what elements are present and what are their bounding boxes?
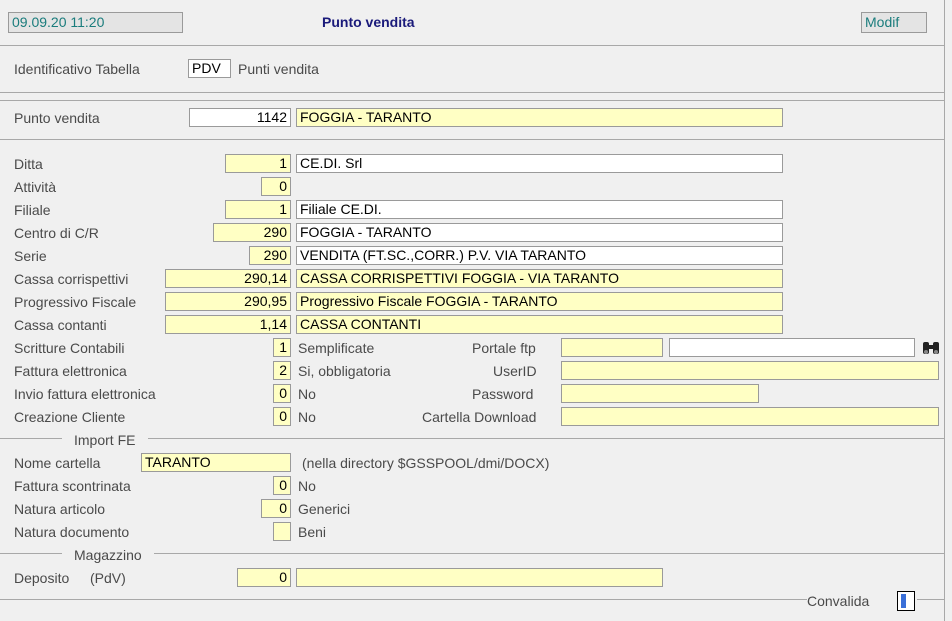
scritture-contabili-description: Semplificate	[298, 340, 375, 356]
cassa-contanti-code-field[interactable]: 1,14	[165, 315, 291, 334]
progressivo-fiscale-code-field[interactable]: 290,95	[165, 292, 291, 311]
right-border	[944, 0, 945, 621]
id-table-label: Identificativo Tabella	[14, 61, 140, 77]
serie-label: Serie	[14, 248, 47, 264]
convalida-button[interactable]	[897, 591, 915, 611]
punto-vendita-description-field[interactable]: FOGGIA - TARANTO	[296, 108, 783, 127]
filiale-label: Filiale	[14, 202, 51, 218]
page-title: Punto vendita	[322, 14, 415, 30]
attivita-label: Attività	[14, 179, 57, 195]
serie-description-field[interactable]: VENDITA (FT.SC.,CORR.) P.V. VIA TARANTO	[296, 246, 783, 265]
id-table-description: Punti vendita	[238, 61, 319, 77]
divider	[0, 139, 944, 140]
divider	[0, 45, 944, 46]
cassa-corrispettivi-code-field[interactable]: 290,14	[165, 269, 291, 288]
fattura-scontrinata-label: Fattura scontrinata	[14, 478, 131, 494]
natura-articolo-label: Natura articolo	[14, 501, 106, 517]
divider	[0, 553, 62, 554]
natura-articolo-description: Generici	[298, 501, 351, 517]
deposito-description-field[interactable]	[296, 568, 663, 587]
filiale-description-field[interactable]: Filiale CE.DI.	[296, 200, 783, 219]
nome-cartella-field[interactable]: TARANTO	[141, 453, 291, 472]
password-field[interactable]	[561, 384, 759, 403]
deposito-sublabel: (PdV)	[90, 570, 126, 586]
import-fe-section-title: Import FE	[74, 432, 136, 448]
password-label: Password	[472, 386, 534, 402]
divider	[154, 553, 944, 554]
divider	[0, 92, 944, 93]
portale-ftp-label: Portale ftp	[472, 340, 536, 356]
punto-vendita-label: Punto vendita	[14, 110, 100, 126]
cassa-contanti-label: Cassa contanti	[14, 317, 107, 333]
centro-description-field[interactable]: FOGGIA - TARANTO	[296, 223, 783, 242]
creazione-cliente-label: Creazione Cliente	[14, 409, 126, 425]
cartella-download-label: Cartella Download	[422, 409, 537, 425]
scritture-contabili-label: Scritture Contabili	[14, 340, 125, 356]
cartella-download-field[interactable]	[561, 407, 939, 426]
fattura-scontrinata-code-field[interactable]: 0	[273, 476, 291, 495]
fattura-elettronica-description: Si, obbligatoria	[298, 363, 391, 379]
scritture-contabili-code-field[interactable]: 1	[273, 338, 291, 357]
mode-indicator: Modif	[861, 12, 927, 33]
convalida-label: Convalida	[807, 593, 870, 609]
deposito-label: Deposito	[14, 570, 70, 586]
deposito-code-field[interactable]: 0	[237, 568, 291, 587]
fattura-scontrinata-description: No	[298, 478, 316, 494]
divider	[0, 100, 944, 101]
cassa-contanti-description-field[interactable]: CASSA CONTANTI	[296, 315, 783, 334]
serie-code-field[interactable]: 290	[249, 246, 291, 265]
datetime-display: 09.09.20 11:20	[8, 12, 183, 33]
progressivo-fiscale-description-field[interactable]: Progressivo Fiscale FOGGIA - TARANTO	[296, 292, 783, 311]
magazzino-section-title: Magazzino	[74, 547, 142, 563]
binoculars-icon[interactable]	[921, 339, 941, 357]
creazione-cliente-code-field[interactable]: 0	[273, 407, 291, 426]
creazione-cliente-description: No	[298, 409, 316, 425]
natura-articolo-code-field[interactable]: 0	[261, 499, 291, 518]
convalida-button-indicator	[901, 594, 906, 608]
userid-field[interactable]	[561, 361, 939, 380]
centro-label: Centro di C/R	[14, 225, 99, 241]
userid-label: UserID	[493, 363, 537, 379]
divider	[148, 438, 944, 439]
ditta-code-field[interactable]: 1	[225, 154, 291, 173]
portale-ftp-field-2[interactable]	[669, 338, 915, 357]
natura-documento-description: Beni	[298, 524, 327, 540]
divider	[0, 438, 62, 439]
cassa-corrispettivi-description-field[interactable]: CASSA CORRISPETTIVI FOGGIA - VIA TARANTO	[296, 269, 783, 288]
natura-documento-code-field[interactable]	[273, 522, 291, 541]
centro-code-field[interactable]: 290	[213, 223, 291, 242]
invio-fattura-description: No	[298, 386, 316, 402]
fattura-elettronica-code-field[interactable]: 2	[273, 361, 291, 380]
fattura-elettronica-label: Fattura elettronica	[14, 363, 127, 379]
invio-fattura-code-field[interactable]: 0	[273, 384, 291, 403]
nome-cartella-note: (nella directory $GSSPOOL/dmi/DOCX)	[302, 455, 550, 471]
cassa-corrispettivi-label: Cassa corrispettivi	[14, 271, 129, 287]
filiale-code-field[interactable]: 1	[225, 200, 291, 219]
invio-fattura-label: Invio fattura elettronica	[14, 386, 156, 402]
natura-documento-label: Natura documento	[14, 524, 130, 540]
punto-vendita-code-field[interactable]: 1142	[189, 108, 291, 127]
id-table-code-field[interactable]: PDV	[188, 59, 231, 78]
divider	[0, 599, 807, 600]
divider	[917, 599, 944, 600]
ditta-description-field[interactable]: CE.DI. Srl	[296, 154, 783, 173]
nome-cartella-label: Nome cartella	[14, 455, 101, 471]
portale-ftp-field-1[interactable]	[561, 338, 663, 357]
attivita-code-field[interactable]: 0	[261, 177, 291, 196]
progressivo-fiscale-label: Progressivo Fiscale	[14, 294, 137, 310]
ditta-label: Ditta	[14, 156, 43, 172]
